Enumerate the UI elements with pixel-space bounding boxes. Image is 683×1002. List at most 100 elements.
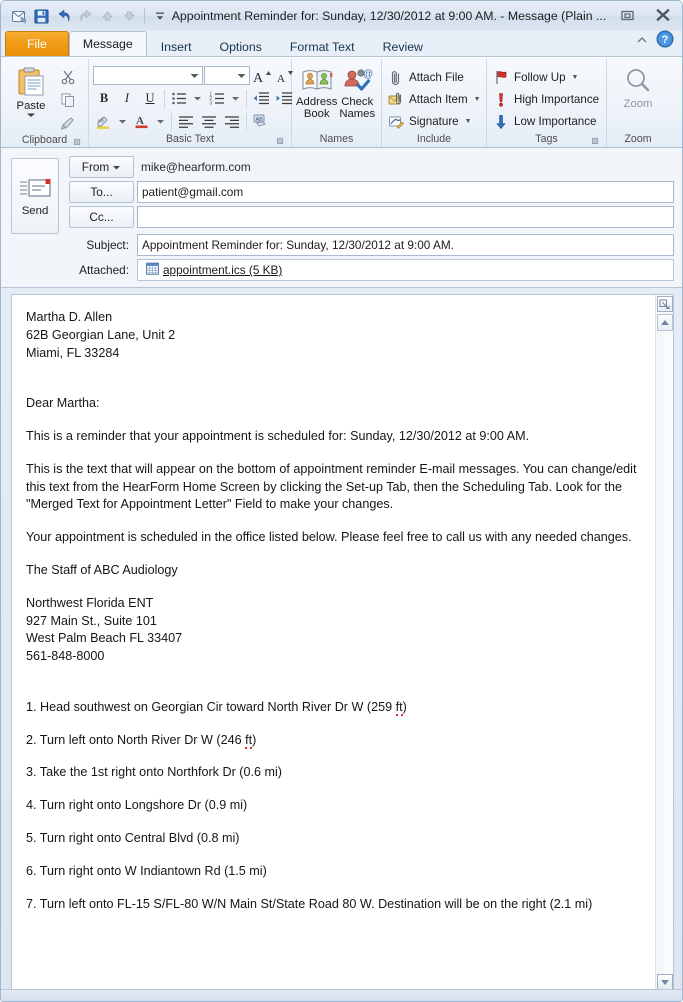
divider <box>171 112 172 131</box>
cc-button[interactable]: Cc... <box>69 206 134 228</box>
zoom-group-label: Zoom <box>624 133 652 145</box>
salutation: Dear Martha: <box>26 396 100 411</box>
tab-file[interactable]: File <box>5 31 69 56</box>
bold-button[interactable]: B <box>93 88 115 109</box>
direction-step: 4. Turn right onto Longshore Dr (0.9 mi) <box>26 797 639 815</box>
next-item-icon[interactable] <box>119 6 140 27</box>
attach-item-button[interactable]: Attach Item ▼ <box>386 89 485 110</box>
tab-review[interactable]: Review <box>369 35 437 58</box>
from-button[interactable]: From <box>69 156 134 178</box>
bullets-button[interactable] <box>168 88 190 109</box>
undo-icon[interactable] <box>53 6 74 27</box>
align-right-button[interactable] <box>221 111 243 132</box>
chevron-down-icon[interactable]: ▼ <box>572 74 579 81</box>
help-icon[interactable]: ? <box>656 30 674 53</box>
highlight-dropdown[interactable] <box>116 111 130 132</box>
numbering-button[interactable]: 123 <box>206 88 228 109</box>
high-importance-button[interactable]: High Importance <box>491 89 603 110</box>
message-body[interactable]: Martha D. Allen 62B Georgian Lane, Unit … <box>12 295 655 993</box>
align-right-icon <box>225 115 239 128</box>
subject-row: Subject: Appointment Reminder for: Sunda… <box>69 234 674 256</box>
tab-insert[interactable]: Insert <box>147 35 206 58</box>
svg-text:A: A <box>136 115 144 127</box>
font-color-icon: A <box>135 115 148 129</box>
attachment-well[interactable]: appointment.ics (5 KB) <box>137 259 674 281</box>
check-names-button[interactable]: @ Check Names <box>337 63 377 120</box>
outlook-message-icon[interactable] <box>9 6 30 27</box>
paste-button[interactable]: Paste <box>5 63 57 118</box>
direction-step: 2. Turn left onto North River Dr W (246 … <box>26 732 639 750</box>
svg-text:@: @ <box>363 69 373 80</box>
address-book-button[interactable]: Address Book <box>296 63 337 120</box>
clear-formatting-button[interactable]: AB <box>250 111 272 132</box>
align-left-button[interactable] <box>175 111 197 132</box>
direction-number: 3. <box>26 765 40 780</box>
zoom-button[interactable]: Zoom <box>612 63 664 110</box>
tab-message[interactable]: Message <box>68 31 147 56</box>
basic-text-dialog-launcher[interactable]: ▨ <box>275 136 285 146</box>
direction-number: 7. <box>26 896 40 911</box>
align-left-icon <box>179 115 193 128</box>
direction-text: Head southwest on Georgian Cir toward No… <box>40 699 396 714</box>
status-bar <box>1 989 682 1001</box>
numbering-dropdown[interactable] <box>229 88 243 109</box>
minimize-ribbon-icon[interactable] <box>635 33 649 51</box>
save-icon[interactable] <box>31 6 52 27</box>
attachment-name[interactable]: appointment.ics (5 KB) <box>163 263 282 277</box>
italic-button[interactable]: I <box>116 88 138 109</box>
tags-dialog-launcher[interactable]: ▨ <box>590 136 600 146</box>
font-color-button[interactable]: A <box>131 111 153 132</box>
low-importance-button[interactable]: Low Importance <box>491 111 603 132</box>
copy-button[interactable] <box>57 89 79 110</box>
previous-item-icon[interactable] <box>97 6 118 27</box>
cut-button[interactable] <box>57 66 79 87</box>
highlight-button[interactable]: ab <box>93 111 115 132</box>
customize-qat-icon[interactable] <box>149 6 170 27</box>
font-size-select[interactable] <box>204 66 250 85</box>
to-button[interactable]: To... <box>69 181 134 203</box>
format-painter-button[interactable] <box>57 112 79 133</box>
tab-options[interactable]: Options <box>206 35 276 58</box>
check-names-icon: @ <box>344 69 373 91</box>
redo-icon[interactable] <box>75 6 96 27</box>
chevron-down-icon[interactable]: ▼ <box>474 96 481 103</box>
direction-step: 3. Take the 1st right onto Northfork Dr … <box>26 764 639 782</box>
window-controls <box>614 5 676 25</box>
divider <box>246 89 247 108</box>
ribbon: Paste Clipboard ▨ A A B I U 1 2 3 ab A A… <box>1 56 682 148</box>
high-importance-label: High Importance <box>514 93 600 106</box>
follow-up-button[interactable]: Follow Up ▼ <box>491 67 603 88</box>
align-center-button[interactable] <box>198 111 220 132</box>
body-scrollbar[interactable] <box>655 295 673 993</box>
chevron-down-icon[interactable]: ▼ <box>465 118 472 125</box>
direction-number: 6. <box>26 863 40 878</box>
recipient-street: 62B Georgian Lane, Unit 2 <box>26 327 176 342</box>
font-family-select[interactable] <box>93 66 203 85</box>
header-fields: From mike@hearform.com To... patient@gma… <box>69 156 674 281</box>
scroll-track[interactable] <box>656 331 673 974</box>
grow-font-button[interactable]: A <box>251 65 273 86</box>
triangle-down-icon <box>660 980 669 985</box>
restore-button[interactable] <box>614 5 640 25</box>
split-pane-handle[interactable] <box>656 296 673 312</box>
to-input[interactable]: patient@gmail.com <box>137 181 674 203</box>
ribbon-tabs: File Message Insert Options Format Text … <box>1 30 682 58</box>
send-button[interactable]: Send <box>11 158 59 234</box>
close-button[interactable] <box>650 5 676 25</box>
scroll-up-button[interactable] <box>656 314 673 331</box>
underline-button[interactable]: U <box>139 88 161 109</box>
subject-input[interactable]: Appointment Reminder for: Sunday, 12/30/… <box>137 234 674 256</box>
bullets-dropdown[interactable] <box>191 88 205 109</box>
names-group-label: Names <box>319 133 354 145</box>
attach-file-button[interactable]: Attach File <box>386 67 485 88</box>
tab-format-text[interactable]: Format Text <box>276 35 369 58</box>
font-color-dropdown[interactable] <box>154 111 168 132</box>
signature-button[interactable]: Signature ▼ <box>386 111 485 132</box>
decrease-indent-button[interactable] <box>250 88 272 109</box>
paperclip-icon <box>388 70 404 86</box>
direction-number: 5. <box>26 830 40 845</box>
cc-input[interactable] <box>137 206 674 228</box>
highlight-icon: ab <box>97 115 109 129</box>
clipboard-dialog-launcher[interactable]: ▨ <box>72 137 82 147</box>
ribbon-group-basic-text: A A B I U 1 2 3 ab A AB Basic Text ▨ <box>89 59 293 147</box>
